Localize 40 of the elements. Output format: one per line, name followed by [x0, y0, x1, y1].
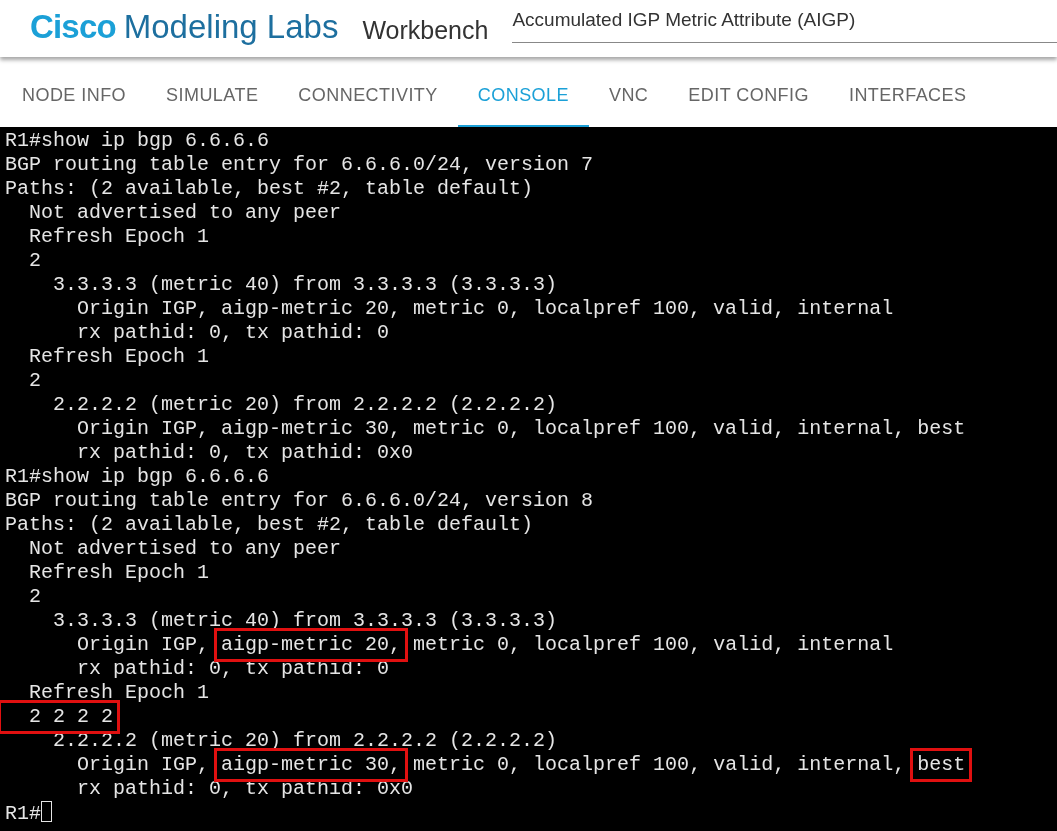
- console-text: Refresh Epoch 1: [28, 225, 210, 248]
- console-text: Origin IGP, aigp-metric 20, metric 0, localpref 100, valid, internal: [76, 297, 894, 320]
- console-text: rx pathid: 0, tx pathid: 0: [76, 321, 390, 344]
- console-text: 2: [28, 585, 41, 608]
- console-text: R1#show ip bgp 6.6.6.6: [5, 465, 270, 488]
- highlighted-text: 2 2 2 2: [0, 700, 121, 734]
- console-terminal[interactable]: [0, 128, 1057, 831]
- app-title: Workbench: [362, 18, 489, 43]
- highlighted-text: aigp-metric 30,: [214, 748, 409, 782]
- console-text: 2.2.2.2 (metric 20) from 2.2.2.2 (2.2.2.2): [52, 393, 558, 416]
- console-text: Not advertised to any peer: [28, 201, 342, 224]
- tab[interactable]: NODE INFO: [2, 57, 147, 127]
- brand-name: Cisco: [30, 10, 116, 43]
- tab[interactable]: CONNECTIVITY: [278, 57, 458, 127]
- brand-name: Modeling Labs: [123, 10, 339, 43]
- console-text: metric 0, localpref 100, valid, internal,: [412, 753, 907, 776]
- console-text: Refresh Epoch 1: [28, 345, 210, 368]
- highlighted-text: best: [910, 748, 973, 782]
- console-text: rx pathid: 0, tx pathid: 0x0: [76, 441, 414, 464]
- tab[interactable]: VNC: [588, 57, 669, 127]
- lab-title-field[interactable]: Accumulated IGP Metric Attribute (AIGP): [512, 5, 1057, 43]
- console-text: Origin IGP,: [76, 633, 211, 656]
- console-text: 2: [28, 249, 41, 272]
- tab[interactable]: INTERFACES: [828, 57, 987, 127]
- console-text: BGP routing table entry for 6.6.6.0/24, version 8: [5, 489, 594, 512]
- tab[interactable]: EDIT CONFIG: [668, 57, 829, 127]
- console-text: Not advertised to any peer: [28, 537, 342, 560]
- highlighted-text: aigp-metric 20,: [214, 628, 409, 662]
- console-text: 2: [28, 369, 41, 392]
- console-text: R1#: [5, 802, 41, 825]
- console-text: R1#show ip bgp 6.6.6.6: [5, 129, 270, 152]
- console-text: Paths: (2 available, best #2, table default): [5, 513, 534, 536]
- tab[interactable]: SIMULATE: [146, 57, 279, 127]
- console-text: BGP routing table entry for 6.6.6.0/24, version 7: [5, 153, 594, 176]
- console-text: Refresh Epoch 1: [28, 561, 210, 584]
- console-text: Origin IGP, aigp-metric 30, metric 0, localpref 100, valid, internal, best: [76, 417, 966, 440]
- console-text: Origin IGP,: [76, 753, 211, 776]
- console-text: Paths: (2 available, best #2, table default): [5, 177, 534, 200]
- console-text: 3.3.3.3 (metric 40) from 3.3.3.3 (3.3.3.3): [52, 273, 558, 296]
- console-text: metric 0, localpref 100, valid, internal: [412, 633, 894, 656]
